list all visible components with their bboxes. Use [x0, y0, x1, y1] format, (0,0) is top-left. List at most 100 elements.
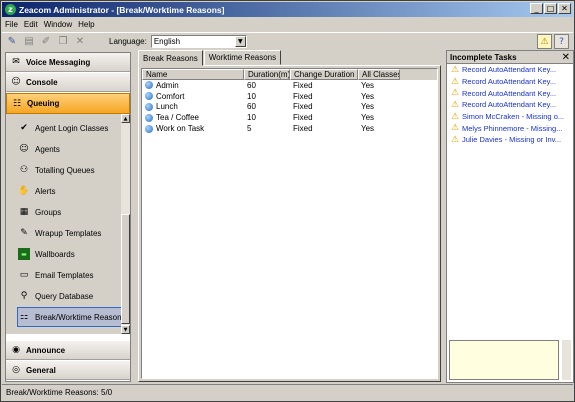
task-label: Record AutoAttendant Key... — [462, 77, 557, 87]
group-announce[interactable]: ◉ Announce — [6, 341, 130, 360]
cell-all-classes: Yes — [361, 80, 375, 90]
cell-name: Comfort — [142, 92, 244, 101]
sidebar-item-agent-login-classes[interactable]: ✔ Agent Login Classes — [18, 118, 108, 138]
task-label: Record AutoAttendant Key... — [462, 100, 557, 110]
warning-icon: ⚠ — [450, 64, 460, 75]
title-bar: z Zeacom Administrator - [Break/Worktime… — [2, 2, 573, 17]
task-item[interactable]: ⚠ Record AutoAttendant Key... — [447, 99, 573, 111]
column-header-duration[interactable]: Duration(m) — [244, 69, 290, 80]
cell-duration: 5 — [247, 124, 252, 134]
group-queuing[interactable]: ☷ Queuing — [6, 93, 130, 114]
app-logo-icon: z — [5, 4, 16, 15]
group-general[interactable]: ◎ General — [6, 361, 130, 380]
voicemail-icon: ✉ — [12, 57, 20, 67]
cell-change-duration: Fixed — [293, 102, 313, 112]
sidebar-scrollbar[interactable]: ▲ ▼ — [121, 114, 130, 334]
sidebar-item-email-templates[interactable]: ▭ Email Templates — [18, 265, 94, 285]
status-text: Break/Worktime Reasons: 5/0 — [6, 388, 113, 397]
sidebar-item-label: Query Database — [35, 291, 94, 301]
group-label: Console — [26, 77, 58, 87]
reason-name: Lunch — [156, 102, 178, 112]
group-voice-messaging[interactable]: ✉ Voice Messaging — [6, 53, 130, 72]
column-header-all-classes[interactable]: All Classes — [358, 69, 400, 80]
sidebar-item-break-worktime-reasons[interactable]: ⚏ Break/Worktime Reasons — [17, 307, 129, 327]
query-icon: ⚲ — [20, 291, 28, 301]
menu-help[interactable]: Help — [78, 20, 94, 29]
task-item[interactable]: ⚠ Melys Phinnemore - Missing... — [447, 122, 573, 134]
group-label: Queuing — [27, 99, 60, 108]
new-icon[interactable]: ▤ — [22, 35, 36, 49]
task-label: Julie Davies - Missing or Inv... — [462, 135, 562, 145]
task-item[interactable]: ⚠ Record AutoAttendant Key... — [447, 87, 573, 99]
general-icon: ◎ — [12, 365, 20, 375]
task-item[interactable]: ⚠ Simon McCraken - Missing o... — [447, 111, 573, 123]
sidebar-item-alerts[interactable]: ✋ Alerts — [18, 181, 55, 201]
queuing-items: ✔ Agent Login Classes ☺ Agents ⚇ Totalli… — [6, 114, 130, 334]
tab-break-reasons[interactable]: Break Reasons — [138, 50, 203, 66]
language-select[interactable]: English ▼ — [150, 35, 247, 48]
app-window: z Zeacom Administrator - [Break/Worktime… — [0, 0, 575, 402]
warning-icon: ⚠ — [450, 134, 460, 145]
sidebar-item-totalling-queues[interactable]: ⚇ Totalling Queues — [18, 160, 95, 180]
column-header-name[interactable]: Name — [142, 69, 244, 80]
sidebar-item-label: Break/Worktime Reasons — [35, 312, 126, 322]
task-item[interactable]: ⚠ Record AutoAttendant Key... — [447, 76, 573, 88]
edit-icon[interactable]: ✐ — [39, 35, 53, 49]
column-header-change-duration[interactable]: Change Duration — [290, 69, 358, 80]
copy-icon[interactable]: ❐ — [56, 35, 70, 49]
announce-icon: ◉ — [12, 345, 20, 355]
cell-name: Lunch — [142, 102, 244, 111]
queue-icon: ☷ — [12, 98, 22, 109]
sidebar-item-query-database[interactable]: ⚲ Query Database — [18, 286, 94, 306]
scroll-up-icon[interactable]: ▲ — [121, 114, 130, 123]
sidebar-item-wrapup-templates[interactable]: ✎ Wrapup Templates — [18, 223, 101, 243]
groups-icon: ▦ — [19, 207, 29, 217]
table-row[interactable]: Work on Task 5 Fixed Yes — [142, 123, 437, 134]
status-bar: Break/Worktime Reasons: 5/0 — [2, 384, 573, 400]
sidebar: ✉ Voice Messaging ☺ Console ☷ Queuing ✔ … — [5, 52, 131, 382]
maximize-button[interactable]: □ — [544, 3, 557, 14]
warning-icon[interactable]: ⚠ — [537, 34, 552, 49]
table-row[interactable]: Comfort 10 Fixed Yes — [142, 91, 437, 102]
sidebar-item-groups[interactable]: ▦ Groups — [18, 202, 62, 222]
help-icon[interactable]: ? — [554, 34, 569, 49]
sidebar-item-agents[interactable]: ☺ Agents — [18, 139, 60, 159]
tab-worktime-reasons[interactable]: Worktime Reasons — [203, 50, 282, 65]
menu-window[interactable]: Window — [44, 20, 72, 29]
close-button[interactable]: ✕ — [558, 3, 571, 14]
menu-edit[interactable]: Edit — [24, 20, 38, 29]
reason-icon — [145, 124, 153, 133]
scroll-thumb[interactable] — [121, 214, 130, 324]
right-tools: ⚠ ? — [537, 34, 569, 49]
list-frame: Name Duration(m) Change Duration All Cla… — [138, 65, 441, 382]
person-icon: ☺ — [11, 77, 21, 87]
magic-wand-icon[interactable]: ✎ — [5, 35, 19, 49]
sidebar-item-label: Agent Login Classes — [35, 123, 109, 133]
tasks-title: Incomplete Tasks — [450, 52, 517, 62]
menu-bar: File Edit Window Help — [2, 18, 573, 31]
group-console[interactable]: ☺ Console — [6, 73, 130, 92]
task-details-scrollbar[interactable] — [562, 340, 571, 380]
cell-change-duration: Fixed — [293, 91, 313, 101]
login-icon: ✔ — [20, 123, 28, 133]
cell-duration: 60 — [247, 102, 256, 112]
cell-all-classes: Yes — [361, 91, 375, 101]
cell-name: Admin — [142, 81, 244, 90]
wrapup-icon: ✎ — [20, 228, 28, 238]
table-row[interactable]: Admin 60 Fixed Yes — [142, 80, 437, 91]
chevron-down-icon[interactable]: ▼ — [234, 36, 246, 47]
minimize-button[interactable]: _ — [530, 3, 543, 14]
cell-change-duration: Fixed — [293, 124, 313, 134]
menu-file[interactable]: File — [5, 20, 18, 29]
delete-icon[interactable]: ✕ — [73, 35, 87, 49]
sidebar-item-label: Email Templates — [35, 270, 94, 280]
table-row[interactable]: Tea / Coffee 10 Fixed Yes — [142, 112, 437, 123]
close-icon[interactable]: ✕ — [562, 52, 570, 63]
table-row[interactable]: Lunch 60 Fixed Yes — [142, 102, 437, 113]
scroll-down-icon[interactable]: ▼ — [121, 325, 130, 334]
task-item[interactable]: ⚠ Julie Davies - Missing or Inv... — [447, 134, 573, 146]
reason-icon — [145, 113, 153, 122]
task-item[interactable]: ⚠ Record AutoAttendant Key... — [447, 64, 573, 76]
sidebar-item-wallboards[interactable]: ▬ Wallboards — [18, 244, 75, 264]
group-label: General — [26, 365, 56, 375]
